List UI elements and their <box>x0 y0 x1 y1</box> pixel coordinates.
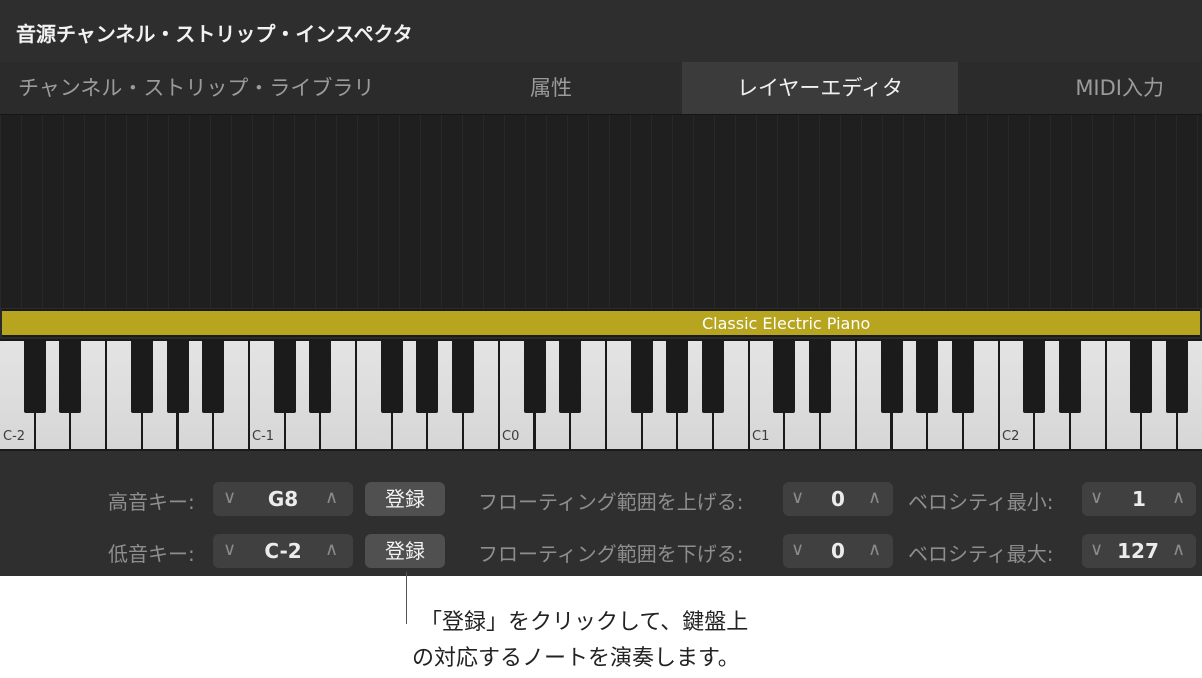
piano-keyboard[interactable]: C-2 C-1 C0 C1 C2 <box>0 339 1202 451</box>
tab-layer-editor[interactable]: レイヤーエディタ <box>682 62 958 114</box>
octave-label: C0 <box>502 429 520 444</box>
chevron-up-icon[interactable]: ∧ <box>325 539 338 560</box>
layer-controls: 高音キー: ∨ G8 ∧ 登録 フローティング範囲を上げる: ∨ 0 ∧ ベロシ… <box>0 451 1202 576</box>
octave-label: C-2 <box>3 429 26 444</box>
tab-label: MIDI入力 <box>1075 76 1164 100</box>
tab-attributes[interactable]: 属性 <box>420 62 682 114</box>
channel-strip-inspector: 音源チャンネル・ストリップ・インスペクタ チャンネル・ストリップ・ライブラリ 属… <box>0 0 1202 576</box>
float-up-label: フローティング範囲を上げる: <box>478 490 744 514</box>
octave-label: C2 <box>1002 429 1020 444</box>
velocity-max-label: ベロシティ最大: <box>908 542 1054 566</box>
float-down-value: 0 <box>831 539 845 563</box>
layer-area[interactable] <box>0 114 1202 308</box>
tab-bar: チャンネル・ストリップ・ライブラリ 属性 レイヤーエディタ MIDI入力 <box>0 62 1202 114</box>
piano-black-key[interactable] <box>916 339 939 413</box>
high-key-stepper[interactable]: ∨ G8 ∧ <box>213 482 353 516</box>
low-key-label: 低音キー: <box>108 542 195 566</box>
chevron-down-icon[interactable]: ∨ <box>223 487 236 508</box>
piano-black-key[interactable] <box>452 339 475 413</box>
piano-black-key[interactable] <box>1023 339 1046 413</box>
tab-channel-strip-library[interactable]: チャンネル・ストリップ・ライブラリ <box>0 62 420 114</box>
piano-black-key[interactable] <box>166 339 189 413</box>
piano-black-key[interactable] <box>130 339 153 413</box>
title-bar: 音源チャンネル・ストリップ・インスペクタ <box>0 0 1202 62</box>
piano-black-key[interactable] <box>273 339 296 413</box>
chevron-up-icon[interactable]: ∧ <box>325 487 338 508</box>
piano-black-key[interactable] <box>559 339 582 413</box>
tab-label: 属性 <box>530 76 572 100</box>
low-key-value: C-2 <box>264 539 302 563</box>
piano-black-key[interactable] <box>809 339 832 413</box>
float-up-stepper[interactable]: ∨ 0 ∧ <box>783 482 893 516</box>
piano-black-key[interactable] <box>1059 339 1081 413</box>
float-up-value: 0 <box>831 487 845 511</box>
learn-low-key-button[interactable]: 登録 <box>365 534 445 568</box>
chevron-down-icon[interactable]: ∨ <box>223 539 236 560</box>
layer-bar[interactable]: Classic Electric Piano <box>2 309 1200 337</box>
piano-black-key[interactable] <box>702 339 724 413</box>
piano-black-key[interactable] <box>202 339 225 413</box>
chevron-up-icon[interactable]: ∧ <box>1172 539 1185 560</box>
piano-black-key[interactable] <box>773 339 796 413</box>
piano-black-key[interactable] <box>1130 339 1153 413</box>
velocity-min-value: 1 <box>1132 487 1146 511</box>
callout-text-line1: 「登録」をクリックして、鍵盤上 <box>420 610 749 635</box>
velocity-max-stepper[interactable]: ∨ 127 ∧ <box>1082 534 1196 568</box>
chevron-down-icon[interactable]: ∨ <box>791 487 804 508</box>
piano-black-key[interactable] <box>630 339 653 413</box>
chevron-down-icon[interactable]: ∨ <box>791 539 804 560</box>
low-key-stepper[interactable]: ∨ C-2 ∧ <box>213 534 353 568</box>
callout-text-line2: の対応するノートを演奏します。 <box>412 646 740 671</box>
piano-black-key[interactable] <box>666 339 689 413</box>
chevron-down-icon[interactable]: ∨ <box>1090 487 1103 508</box>
high-key-value: G8 <box>267 487 299 511</box>
chevron-up-icon[interactable]: ∧ <box>868 487 881 508</box>
float-down-stepper[interactable]: ∨ 0 ∧ <box>783 534 893 568</box>
octave-label: C1 <box>752 429 770 444</box>
tab-label: レイヤーエディタ <box>737 76 903 100</box>
callout-line <box>406 572 407 624</box>
tab-label: チャンネル・ストリップ・ライブラリ <box>18 76 375 100</box>
piano-black-key[interactable] <box>23 339 46 413</box>
piano-black-key[interactable] <box>523 339 546 413</box>
piano-black-key[interactable] <box>951 339 974 413</box>
window-title: 音源チャンネル・ストリップ・インスペクタ <box>16 22 413 46</box>
velocity-max-value: 127 <box>1117 539 1159 563</box>
layer-name: Classic Electric Piano <box>702 314 871 333</box>
octave-label: C-1 <box>252 429 275 444</box>
float-down-label: フローティング範囲を下げる: <box>478 542 744 566</box>
chevron-down-icon[interactable]: ∨ <box>1090 539 1103 560</box>
velocity-min-stepper[interactable]: ∨ 1 ∧ <box>1082 482 1196 516</box>
piano-black-key[interactable] <box>309 339 332 413</box>
piano-black-key[interactable] <box>380 339 403 413</box>
high-key-label: 高音キー: <box>108 490 195 514</box>
piano-black-key[interactable] <box>1166 339 1189 413</box>
piano-black-key[interactable] <box>880 339 903 413</box>
chevron-up-icon[interactable]: ∧ <box>868 539 881 560</box>
velocity-min-label: ベロシティ最小: <box>908 490 1054 514</box>
chevron-up-icon[interactable]: ∧ <box>1172 487 1185 508</box>
piano-black-key[interactable] <box>416 339 439 413</box>
learn-high-key-button[interactable]: 登録 <box>365 482 445 516</box>
piano-black-key[interactable] <box>59 339 82 413</box>
tab-midi-input[interactable]: MIDI入力 <box>958 62 1202 114</box>
